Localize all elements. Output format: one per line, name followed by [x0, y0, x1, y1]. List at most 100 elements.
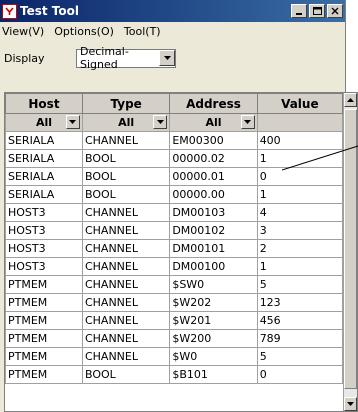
app-icon — [2, 3, 17, 19]
filter-type[interactable]: All — [81, 113, 171, 132]
table-row[interactable]: PTMEM CHANNEL $W200 789 — [5, 329, 344, 348]
cell-value[interactable]: 3 — [256, 221, 344, 240]
header-row: Host Type Address Value — [5, 93, 344, 114]
annotation-pointer-line — [282, 145, 358, 171]
column-header-host[interactable]: Host — [5, 93, 83, 114]
cell-type: CHANNEL — [81, 311, 171, 330]
cell-address: $W200 — [169, 329, 258, 348]
table-row[interactable]: PTMEM CHANNEL $SW0 5 — [5, 275, 344, 294]
cell-type: BOOL — [81, 365, 171, 384]
data-table: Host Type Address Value All All All SERI… — [5, 93, 344, 384]
cell-host: HOST3 — [5, 221, 83, 240]
cell-address: 00000.01 — [169, 167, 258, 186]
table-row[interactable]: HOST3 CHANNEL DM00103 4 — [5, 203, 344, 222]
cell-host: SERIALA — [5, 167, 83, 186]
column-header-type[interactable]: Type — [81, 93, 171, 114]
maximize-button[interactable] — [309, 4, 325, 18]
cell-address: EM00300 — [169, 131, 258, 150]
menu-options[interactable]: Options(O) — [54, 25, 114, 38]
table-row[interactable]: PTMEM CHANNEL $W201 456 — [5, 311, 344, 330]
cell-value[interactable]: 5 — [256, 347, 344, 366]
chevron-down-icon[interactable] — [65, 115, 80, 129]
cell-host: PTMEM — [5, 311, 83, 330]
display-format-value: Decimal-Signed — [80, 45, 129, 71]
cell-type: BOOL — [81, 167, 171, 186]
close-button[interactable] — [327, 4, 343, 18]
cell-address: DM00101 — [169, 239, 258, 258]
chevron-down-icon[interactable] — [240, 115, 255, 129]
cell-host: PTMEM — [5, 293, 83, 312]
table-row[interactable]: PTMEM BOOL $B101 0 — [5, 365, 344, 384]
cell-type: CHANNEL — [81, 131, 171, 150]
cell-address: $B101 — [169, 365, 258, 384]
cell-address: $W201 — [169, 311, 258, 330]
cell-value[interactable]: 4 — [256, 203, 344, 222]
cell-address: 00000.02 — [169, 149, 258, 168]
display-label: Display — [4, 51, 45, 65]
cell-type: CHANNEL — [81, 329, 171, 348]
table-row[interactable]: PTMEM CHANNEL $W0 5 — [5, 347, 344, 366]
cell-host: PTMEM — [5, 347, 83, 366]
menu-bar: View(V) Options(O) Tool(T) — [0, 22, 345, 40]
cell-type: CHANNEL — [81, 257, 171, 276]
display-row: Display Decimal-Signed — [0, 40, 345, 76]
cell-host: SERIALA — [5, 131, 83, 150]
filter-host-value: All — [35, 116, 53, 129]
column-header-value[interactable]: Value — [256, 93, 344, 114]
vertical-scrollbar[interactable] — [343, 93, 357, 411]
chevron-down-icon[interactable] — [153, 115, 168, 129]
table-row[interactable]: SERIALA BOOL 00000.00 1 — [5, 185, 344, 204]
table-row[interactable]: PTMEM CHANNEL $W202 123 — [5, 293, 344, 312]
filter-row: All All All — [5, 113, 344, 132]
table-row[interactable]: HOST3 CHANNEL DM00101 2 — [5, 239, 344, 258]
filter-address[interactable]: All — [169, 113, 258, 132]
data-table-container: Host Type Address Value All All All SERI… — [4, 92, 358, 412]
cell-address: $SW0 — [169, 275, 258, 294]
cell-value[interactable]: 789 — [256, 329, 344, 348]
chevron-down-icon[interactable] — [159, 50, 175, 66]
filter-type-value: All — [118, 116, 135, 129]
cell-value[interactable]: 456 — [256, 311, 344, 330]
minimize-button[interactable] — [291, 4, 307, 18]
column-header-address[interactable]: Address — [169, 93, 258, 114]
filter-host[interactable]: All — [5, 113, 83, 132]
cell-type: BOOL — [81, 185, 171, 204]
cell-host: PTMEM — [5, 275, 83, 294]
cell-type: BOOL — [81, 149, 171, 168]
table-row[interactable]: HOST3 CHANNEL DM00100 1 — [5, 257, 344, 276]
cell-host: PTMEM — [5, 365, 83, 384]
scroll-down-icon[interactable] — [344, 397, 357, 411]
cell-value[interactable]: 123 — [256, 293, 344, 312]
cell-host: HOST3 — [5, 257, 83, 276]
cell-address: DM00103 — [169, 203, 258, 222]
cell-host: HOST3 — [5, 239, 83, 258]
cell-value[interactable]: 5 — [256, 275, 344, 294]
cell-type: CHANNEL — [81, 239, 171, 258]
cell-value[interactable]: 0 — [256, 365, 344, 384]
menu-tool[interactable]: Tool(T) — [124, 25, 161, 38]
cell-address: DM00102 — [169, 221, 258, 240]
filter-value-empty — [256, 113, 344, 132]
cell-value[interactable]: 1 — [256, 185, 344, 204]
cell-address: $W0 — [169, 347, 258, 366]
cell-address: $W202 — [169, 293, 258, 312]
cell-value[interactable]: 1 — [256, 257, 344, 276]
menu-view[interactable]: View(V) — [2, 25, 44, 38]
table-row[interactable]: HOST3 CHANNEL DM00102 3 — [5, 221, 344, 240]
window-title: Test Tool — [20, 4, 79, 18]
cell-type: CHANNEL — [81, 293, 171, 312]
cell-host: PTMEM — [5, 329, 83, 348]
cell-address: 00000.00 — [169, 185, 258, 204]
scroll-up-icon[interactable] — [344, 93, 357, 107]
title-bar[interactable]: Test Tool — [0, 0, 345, 22]
cell-type: CHANNEL — [81, 203, 171, 222]
display-format-select[interactable]: Decimal-Signed — [76, 45, 176, 71]
filter-address-value: All — [205, 116, 222, 129]
cell-value[interactable]: 2 — [256, 239, 344, 258]
cell-address: DM00100 — [169, 257, 258, 276]
cell-type: CHANNEL — [81, 347, 171, 366]
cell-host: SERIALA — [5, 185, 83, 204]
cell-type: CHANNEL — [81, 221, 171, 240]
cell-host: HOST3 — [5, 203, 83, 222]
cell-type: CHANNEL — [81, 275, 171, 294]
